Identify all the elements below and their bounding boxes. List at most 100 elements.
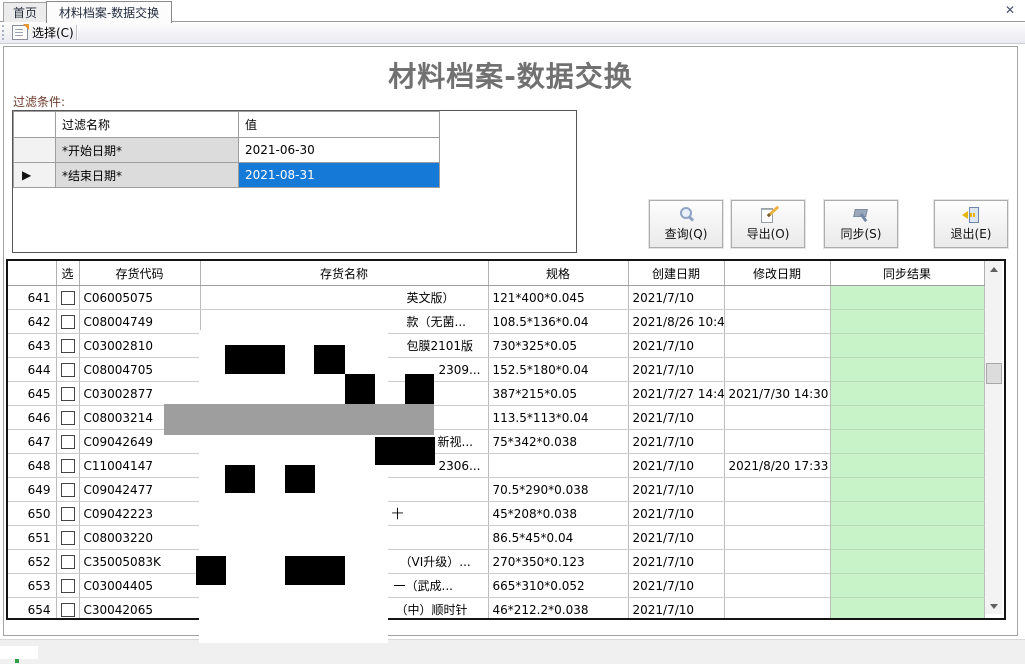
row-checkbox[interactable] bbox=[61, 531, 75, 545]
code-cell: C11004147 bbox=[79, 454, 200, 478]
search-icon bbox=[677, 206, 695, 223]
row-checkbox[interactable] bbox=[61, 555, 75, 569]
column-header[interactable]: 规格 bbox=[488, 261, 628, 286]
filter-value-header: 值 bbox=[239, 112, 440, 138]
table-row: 647C09042649新视...75*342*0.0382021/7/10 bbox=[8, 430, 984, 454]
row-checkbox[interactable] bbox=[61, 483, 75, 497]
row-checkbox[interactable] bbox=[61, 339, 75, 353]
redaction-box bbox=[225, 345, 285, 374]
spec-cell: 70.5*290*0.038 bbox=[488, 478, 628, 502]
column-header[interactable]: 同步结果 bbox=[830, 261, 984, 286]
scroll-up-icon[interactable] bbox=[985, 261, 1002, 277]
redaction-box bbox=[225, 465, 255, 493]
spec-cell: 46*212.2*0.038 bbox=[488, 598, 628, 621]
table-row: 650C09042223十45*208*0.0382021/7/10 bbox=[8, 502, 984, 526]
export-button[interactable]: 导出(O) bbox=[731, 200, 805, 248]
spec-cell: 730*325*0.05 bbox=[488, 334, 628, 358]
row-checkbox[interactable] bbox=[61, 507, 75, 521]
column-header[interactable]: 选 bbox=[56, 261, 79, 286]
table-row: 651C0800322086.5*45*0.042021/7/10 bbox=[8, 526, 984, 550]
sync-result-cell bbox=[830, 574, 984, 598]
created-cell: 2021/7/10 bbox=[628, 286, 724, 310]
checkbox-cell bbox=[56, 502, 79, 526]
tab-material-archive-exchange[interactable]: 材料档案-数据交换 bbox=[46, 1, 172, 23]
filter-name-cell: *结束日期* bbox=[56, 163, 239, 188]
spec-cell: 665*310*0.052 bbox=[488, 574, 628, 598]
table-row: 644C080047052309...152.5*180*0.042021/7/… bbox=[8, 358, 984, 382]
column-header[interactable]: 修改日期 bbox=[724, 261, 830, 286]
exit-door-icon bbox=[962, 206, 980, 223]
toolbar-gripper[interactable] bbox=[2, 25, 4, 40]
row-checkbox[interactable] bbox=[61, 411, 75, 425]
checkbox-cell bbox=[56, 598, 79, 621]
checkbox-cell bbox=[56, 526, 79, 550]
code-cell: C35005083K bbox=[79, 550, 200, 574]
created-cell: 2021/7/10 bbox=[628, 334, 724, 358]
column-header[interactable]: 创建日期 bbox=[628, 261, 724, 286]
exit-button-label: 退出(E) bbox=[951, 225, 992, 242]
created-cell: 2021/7/10 bbox=[628, 598, 724, 621]
code-cell: C30042065 bbox=[79, 598, 200, 621]
checkbox-cell bbox=[56, 574, 79, 598]
row-checkbox[interactable] bbox=[61, 459, 75, 473]
filter-conditions-label: 过滤条件: bbox=[13, 93, 65, 110]
close-icon[interactable]: ✕ bbox=[1002, 2, 1018, 18]
table-row: 652C35005083K（VI升级）...270*350*0.1232021/… bbox=[8, 550, 984, 574]
row-marker-cell bbox=[14, 138, 56, 163]
sync-button[interactable]: 同步(S) bbox=[824, 200, 898, 248]
sync-result-cell bbox=[830, 550, 984, 574]
row-number-cell: 644 bbox=[8, 358, 56, 382]
scrollbar-thumb[interactable] bbox=[986, 363, 1002, 384]
checkbox-cell bbox=[56, 334, 79, 358]
modified-cell bbox=[724, 574, 830, 598]
sync-result-cell bbox=[830, 598, 984, 621]
created-cell: 2021/7/10 bbox=[628, 550, 724, 574]
row-checkbox[interactable] bbox=[61, 579, 75, 593]
row-checkbox[interactable] bbox=[61, 291, 75, 305]
row-checkbox[interactable] bbox=[61, 315, 75, 329]
created-cell: 2021/7/10 bbox=[628, 406, 724, 430]
created-cell: 2021/7/10 bbox=[628, 478, 724, 502]
modified-cell bbox=[724, 358, 830, 382]
row-checkbox[interactable] bbox=[61, 603, 75, 617]
column-header[interactable]: 存货代码 bbox=[79, 261, 200, 286]
inventory-table: 选存货代码存货名称规格创建日期修改日期同步结果 641C06005075英文版）… bbox=[6, 259, 1006, 620]
row-number-cell: 647 bbox=[8, 430, 56, 454]
row-checkbox[interactable] bbox=[61, 435, 75, 449]
row-number-cell: 642 bbox=[8, 310, 56, 334]
code-cell: C09042223 bbox=[79, 502, 200, 526]
vertical-scrollbar[interactable] bbox=[985, 261, 1002, 614]
code-cell: C06005075 bbox=[79, 286, 200, 310]
sync-result-cell bbox=[830, 286, 984, 310]
filter-row-end-date: ▶ *结束日期* 2021-08-31 bbox=[14, 163, 440, 188]
modified-cell bbox=[724, 334, 830, 358]
row-number-cell: 641 bbox=[8, 286, 56, 310]
sync-result-cell bbox=[830, 454, 984, 478]
created-cell: 2021/8/26 10:44 bbox=[628, 310, 724, 334]
column-header[interactable]: 存货名称 bbox=[200, 261, 488, 286]
code-cell: C09042477 bbox=[79, 478, 200, 502]
sync-result-cell bbox=[830, 310, 984, 334]
query-button-label: 查询(Q) bbox=[665, 225, 708, 242]
export-document-icon bbox=[759, 206, 777, 223]
tab-home[interactable]: 首页 bbox=[3, 2, 47, 22]
row-number-cell: 651 bbox=[8, 526, 56, 550]
created-cell: 2021/7/10 bbox=[628, 526, 724, 550]
redaction-box bbox=[405, 374, 434, 405]
sync-result-cell bbox=[830, 334, 984, 358]
row-checkbox[interactable] bbox=[61, 363, 75, 377]
row-number-cell: 645 bbox=[8, 382, 56, 406]
scroll-down-icon[interactable] bbox=[985, 598, 1002, 614]
select-button[interactable]: 选择(C) bbox=[8, 23, 78, 41]
modified-cell bbox=[724, 310, 830, 334]
query-button[interactable]: 查询(Q) bbox=[649, 200, 723, 248]
filter-value-cell-selected[interactable]: 2021-08-31 bbox=[239, 163, 440, 188]
exit-button[interactable]: 退出(E) bbox=[934, 200, 1008, 248]
table-row: 653C03004405一（武成...665*310*0.0522021/7/1… bbox=[8, 574, 984, 598]
column-header[interactable] bbox=[8, 261, 56, 286]
row-number-cell: 646 bbox=[8, 406, 56, 430]
filter-value-cell[interactable]: 2021-06-30 bbox=[239, 138, 440, 163]
checkbox-cell bbox=[56, 286, 79, 310]
row-checkbox[interactable] bbox=[61, 387, 75, 401]
modified-cell bbox=[724, 430, 830, 454]
